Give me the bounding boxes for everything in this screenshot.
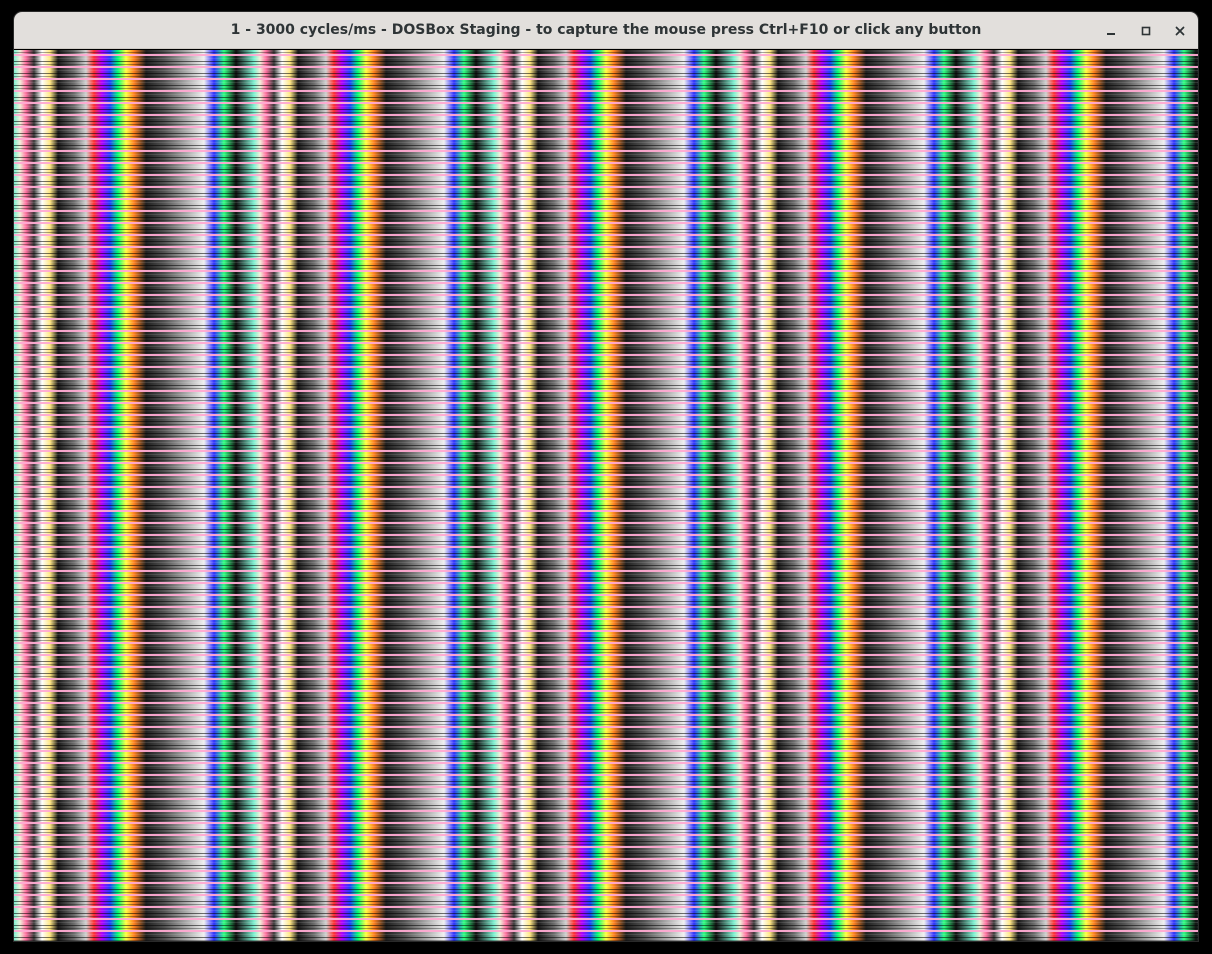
close-icon xyxy=(1175,26,1185,36)
maximize-icon xyxy=(1141,26,1151,36)
maximize-button[interactable] xyxy=(1134,19,1158,43)
minimize-button[interactable] xyxy=(1099,19,1123,43)
title-bar[interactable]: 1 - 3000 cycles/ms - DOSBox Staging - to… xyxy=(14,12,1198,49)
scanline-overlay xyxy=(14,50,1198,941)
minimize-icon xyxy=(1107,33,1115,35)
dosbox-window: 1 - 3000 cycles/ms - DOSBox Staging - to… xyxy=(14,12,1198,941)
close-button[interactable] xyxy=(1168,19,1192,43)
emulator-display[interactable] xyxy=(14,50,1198,941)
window-title: 1 - 3000 cycles/ms - DOSBox Staging - to… xyxy=(230,22,982,38)
